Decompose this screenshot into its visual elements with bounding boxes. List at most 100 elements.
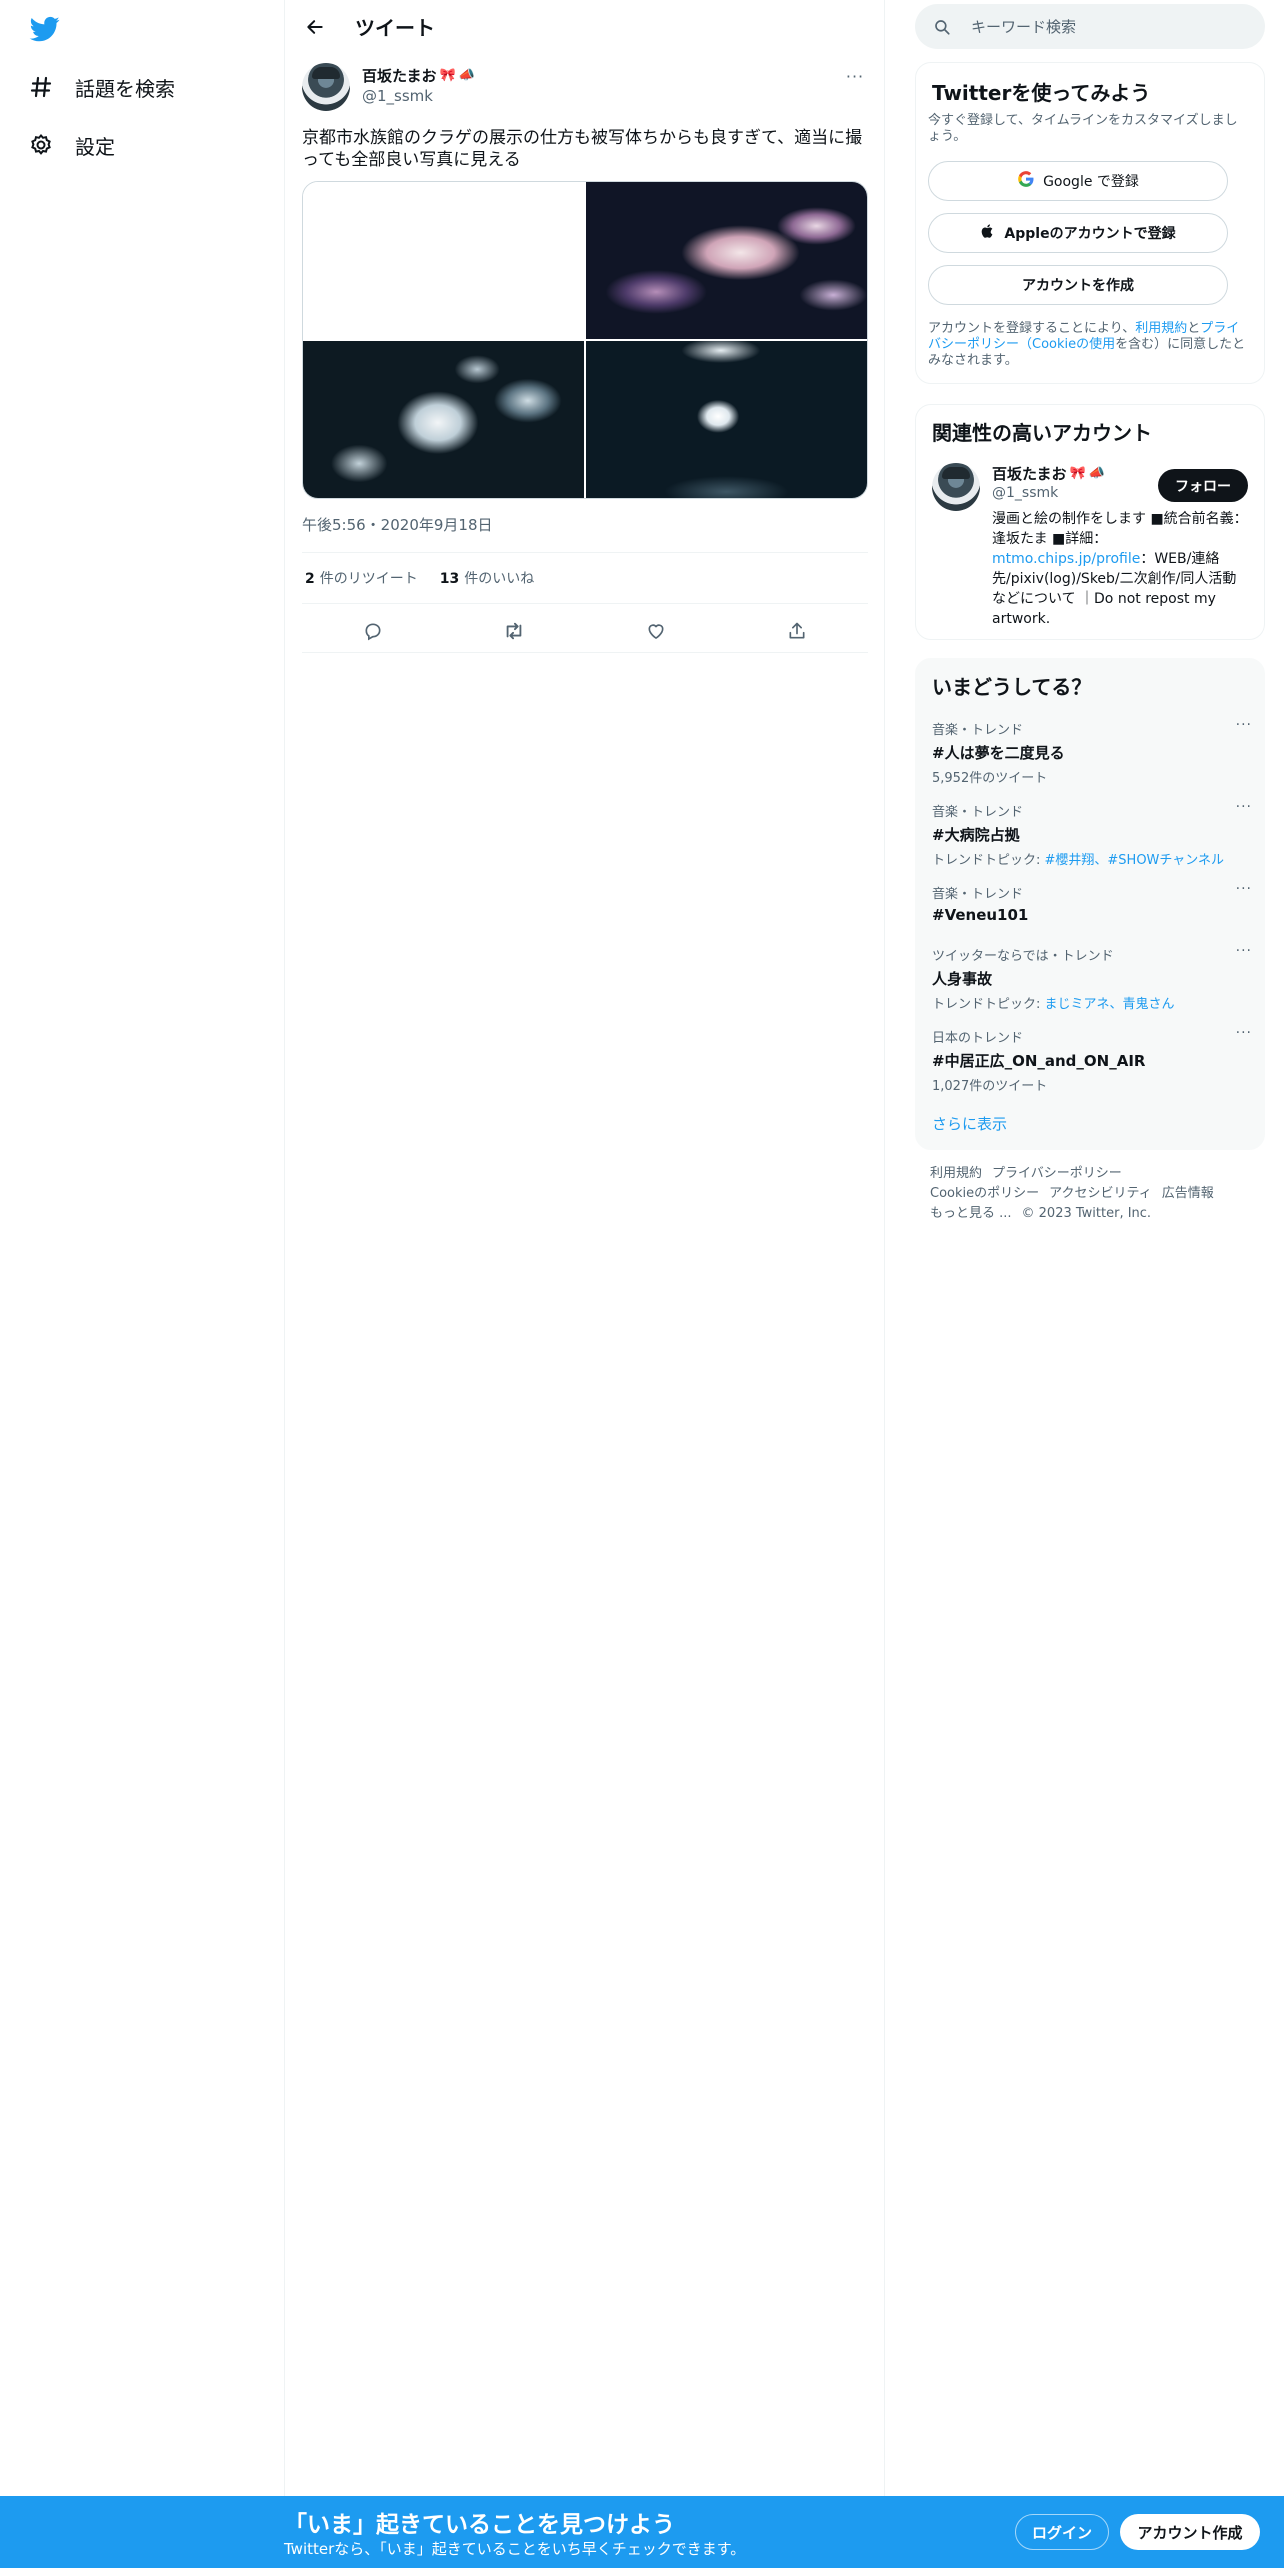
footer-terms-link[interactable]: 利用規約: [930, 1166, 982, 1181]
login-button[interactable]: ログイン: [1015, 2514, 1109, 2550]
hashtag-icon: [28, 74, 54, 100]
reply-icon[interactable]: [354, 612, 392, 650]
author-name[interactable]: 百坂たまお: [362, 65, 437, 86]
relevant-title: 関連性の高いアカウント: [932, 421, 1152, 445]
retweet-count: 2: [305, 571, 315, 587]
avatar[interactable]: [302, 63, 350, 111]
trend-category: ツイッターならでは・トレンド: [932, 949, 1114, 964]
like-icon[interactable]: [637, 612, 675, 650]
signup-card: Twitterを使ってみよう 今すぐ登録して、タイムラインをカスタマイズしましょ…: [915, 62, 1265, 384]
search-icon: [933, 18, 951, 36]
show-more-link[interactable]: さらに表示: [932, 1113, 1007, 1134]
trend-category: 音楽・トレンド: [932, 805, 1024, 820]
trend-name: #人は夢を二度見る: [932, 744, 1065, 762]
left-sidebar: 話題を検索 設定: [0, 0, 285, 2568]
legal-and: と: [1187, 321, 1201, 336]
google-signup-button[interactable]: Google で登録: [928, 161, 1228, 201]
trend-count: 5,952件のツイート: [932, 771, 1048, 786]
trend-category: 音楽・トレンド: [932, 723, 1024, 738]
search-input[interactable]: キーワード検索: [971, 16, 1076, 37]
tweet-actions: [302, 612, 868, 650]
footer-privacy-link[interactable]: プライバシーポリシー: [992, 1166, 1122, 1181]
more-options-icon[interactable]: ···: [843, 64, 867, 88]
terms-link[interactable]: 利用規約: [1135, 321, 1187, 336]
share-icon[interactable]: [778, 612, 816, 650]
more-options-icon[interactable]: ···: [1236, 943, 1252, 959]
apple-signup-button[interactable]: Appleのアカウントで登録: [928, 213, 1228, 253]
avatar[interactable]: [932, 463, 980, 511]
tweet-text: 京都市水族館のクラゲの展示の仕方も被写体ちからも良すぎて、適当に撮っても全部良い…: [302, 128, 863, 170]
like-label: 件のいいね: [464, 571, 535, 587]
trend-topics-links[interactable]: #櫻井翔、#SHOWチャンネル: [1045, 853, 1225, 868]
trend-topic-label: トレンドトピック:: [932, 853, 1045, 868]
retweet-stat[interactable]: 2 件のリツイート: [305, 568, 418, 588]
follow-button[interactable]: フォロー: [1158, 469, 1248, 502]
nav-explore-label: 話題を検索: [75, 76, 175, 101]
footer-cookie-link[interactable]: Cookieのポリシー: [930, 1186, 1039, 1201]
divider: [302, 603, 868, 604]
trend-name: #Veneu101: [932, 906, 1029, 924]
search-box[interactable]: キーワード検索: [915, 4, 1265, 49]
retweet-icon[interactable]: [495, 612, 533, 650]
trend-topics-links[interactable]: まじミアネ、青鬼さん: [1045, 997, 1175, 1012]
google-signup-label: Google で登録: [1043, 174, 1139, 190]
nav-settings[interactable]: 設定: [28, 125, 115, 165]
divider: [302, 652, 868, 653]
bio-link[interactable]: mtmo.chips.jp/profile: [992, 551, 1140, 567]
trends-card: いまどうしてる？ 音楽・トレンド #人は夢を二度見る 5,952件のツイート ·…: [915, 658, 1265, 1150]
page-title: ツイート: [355, 16, 435, 40]
trend-item[interactable]: 日本のトレンド #中居正広_ON_and_ON_AIR 1,027件のツイート …: [932, 1025, 1252, 1094]
legal-prefix: アカウントを登録することにより、: [928, 321, 1136, 336]
bottom-bar-subtitle: Twitterなら、「いま」起きていることをいち早くチェックできます。: [284, 2540, 746, 2558]
footer-accessibility-link[interactable]: アクセシビリティ: [1049, 1186, 1152, 1201]
signup-button[interactable]: アカウント作成: [1120, 2514, 1260, 2550]
twitter-logo-icon[interactable]: [28, 14, 62, 44]
signup-card-title: Twitterを使ってみよう: [932, 81, 1151, 105]
tweet-media-grid: [302, 181, 868, 499]
more-options-icon[interactable]: ···: [1236, 1025, 1252, 1041]
trend-topics: トレンドトピック: #櫻井翔、#SHOWチャンネル: [932, 849, 1252, 868]
trend-topics: トレンドトピック: まじミアネ、青鬼さん: [932, 993, 1252, 1012]
ribbon-icon: 🎀: [1069, 466, 1086, 481]
footer-more-link[interactable]: もっと見る ...: [930, 1206, 1012, 1221]
apple-icon: [980, 222, 996, 244]
media-photo-3[interactable]: [303, 341, 584, 498]
main-column: ツイート 百坂たまお 🎀 📣 @1_ssmk ··· 京都市水族館のクラゲの展示…: [285, 0, 885, 2568]
create-account-button[interactable]: アカウントを作成: [928, 265, 1228, 305]
more-options-icon[interactable]: ···: [1236, 717, 1252, 733]
trends-title: いまどうしてる？: [932, 675, 1092, 699]
relevant-name[interactable]: 百坂たまお: [992, 463, 1067, 484]
trend-category: 日本のトレンド: [932, 1031, 1024, 1046]
more-options-icon[interactable]: ···: [1236, 799, 1252, 815]
header: ツイート: [285, 0, 885, 53]
media-photo-1[interactable]: [303, 182, 584, 339]
back-arrow-icon[interactable]: [297, 9, 333, 45]
trend-item[interactable]: 音楽・トレンド #人は夢を二度見る 5,952件のツイート ···: [932, 717, 1252, 786]
cookie-link[interactable]: Cookieの使用: [1032, 337, 1115, 352]
trend-topic-label: トレンドトピック:: [932, 997, 1045, 1012]
nav-explore[interactable]: 話題を検索: [28, 67, 175, 107]
tweet-timestamp[interactable]: 午後5:56・2020年9月18日: [302, 514, 493, 535]
footer-links: 利用規約 プライバシーポリシー Cookieのポリシー アクセシビリティ 広告情報 も…: [930, 1164, 1250, 1224]
like-count: 13: [439, 571, 460, 587]
more-options-icon[interactable]: ···: [1236, 881, 1252, 897]
media-photo-4[interactable]: [586, 341, 867, 498]
like-stat[interactable]: 13 件のいいね: [440, 568, 534, 588]
bottom-bar-title: 「いま」起きていることを見つけよう: [284, 2512, 675, 2538]
trend-item[interactable]: 音楽・トレンド #大病院占拠 トレンドトピック: #櫻井翔、#SHOWチャンネル…: [932, 799, 1252, 868]
relevant-bio: 漫画と絵の制作をします ■統合前名義：逢坂たま ■詳細： mtmo.chips.j…: [992, 509, 1248, 629]
relevant-accounts-card: 関連性の高いアカウント 百坂たまお 🎀 📣 @1_ssmk フォロー 漫画と絵の…: [915, 404, 1265, 640]
bottom-signup-bar: 「いま」起きていることを見つけよう Twitterなら、「いま」起きていることを…: [0, 2496, 1284, 2568]
relevant-handle[interactable]: @1_ssmk: [992, 485, 1058, 501]
author-handle[interactable]: @1_ssmk: [362, 87, 475, 105]
trend-count: 1,027件のツイート: [932, 1079, 1048, 1094]
ribbon-icon: 🎀: [439, 68, 456, 83]
footer-copyright: © 2023 Twitter, Inc.: [1021, 1206, 1152, 1221]
google-icon: [1017, 170, 1035, 192]
footer-ads-link[interactable]: 広告情報: [1162, 1186, 1214, 1201]
divider: [302, 552, 868, 553]
media-photo-2[interactable]: [586, 182, 867, 339]
tweet-stats: 2 件のリツイート 13 件のいいね: [305, 568, 556, 588]
trend-item[interactable]: ツイッターならでは・トレンド 人身事故 トレンドトピック: まじミアネ、青鬼さん…: [932, 943, 1252, 1012]
trend-item[interactable]: 音楽・トレンド #Veneu101 ···: [932, 881, 1252, 924]
